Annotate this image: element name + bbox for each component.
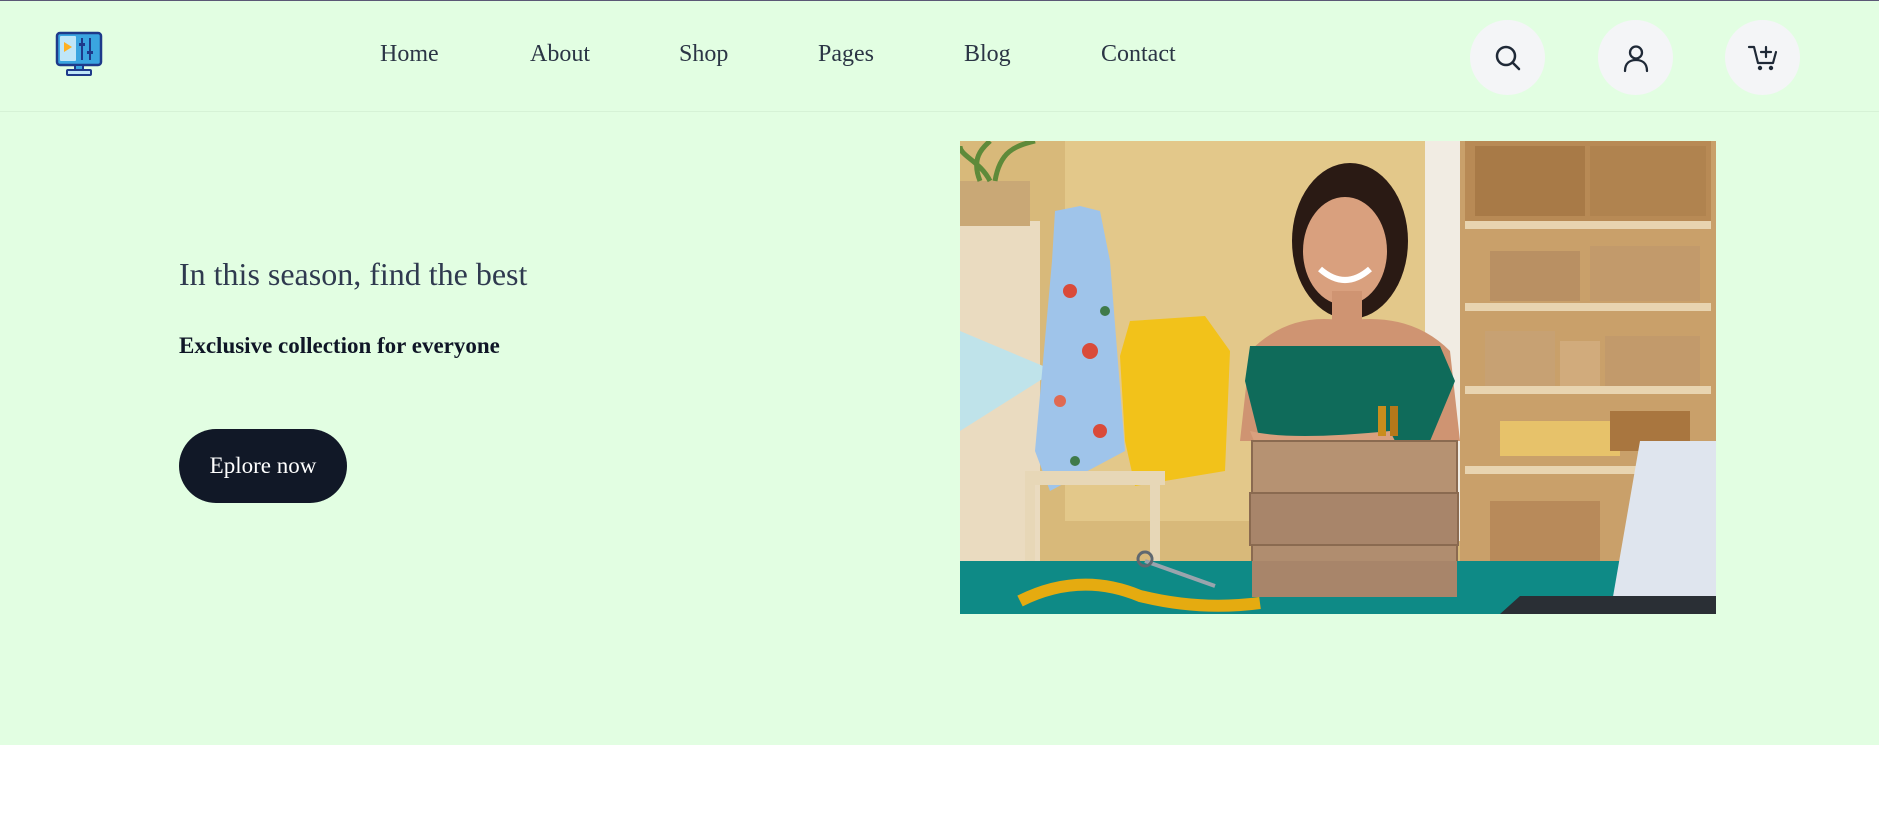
nav-pages[interactable]: Pages: [818, 41, 874, 68]
monitor-dashboard-icon[interactable]: [55, 31, 103, 77]
search-button[interactable]: [1470, 20, 1545, 95]
hero-title: In this season, find the best: [179, 256, 528, 292]
nav-home[interactable]: Home: [380, 41, 439, 68]
nav-about[interactable]: About: [530, 41, 590, 68]
explore-now-button[interactable]: Eplore now: [179, 429, 347, 503]
cart-button[interactable]: [1725, 20, 1800, 95]
account-button[interactable]: [1598, 20, 1673, 95]
hero-subtitle: Exclusive collection for everyone: [179, 333, 500, 358]
site-header: Home About Shop Pages Blog Contact: [0, 1, 1879, 112]
search-icon: [1493, 43, 1523, 73]
shop-owner-with-parcels-photo: [960, 141, 1716, 614]
nav-shop[interactable]: Shop: [679, 41, 728, 68]
user-icon: [1621, 43, 1651, 73]
cart-add-icon: [1747, 43, 1779, 73]
nav-blog[interactable]: Blog: [964, 41, 1011, 68]
nav-contact[interactable]: Contact: [1101, 41, 1176, 68]
